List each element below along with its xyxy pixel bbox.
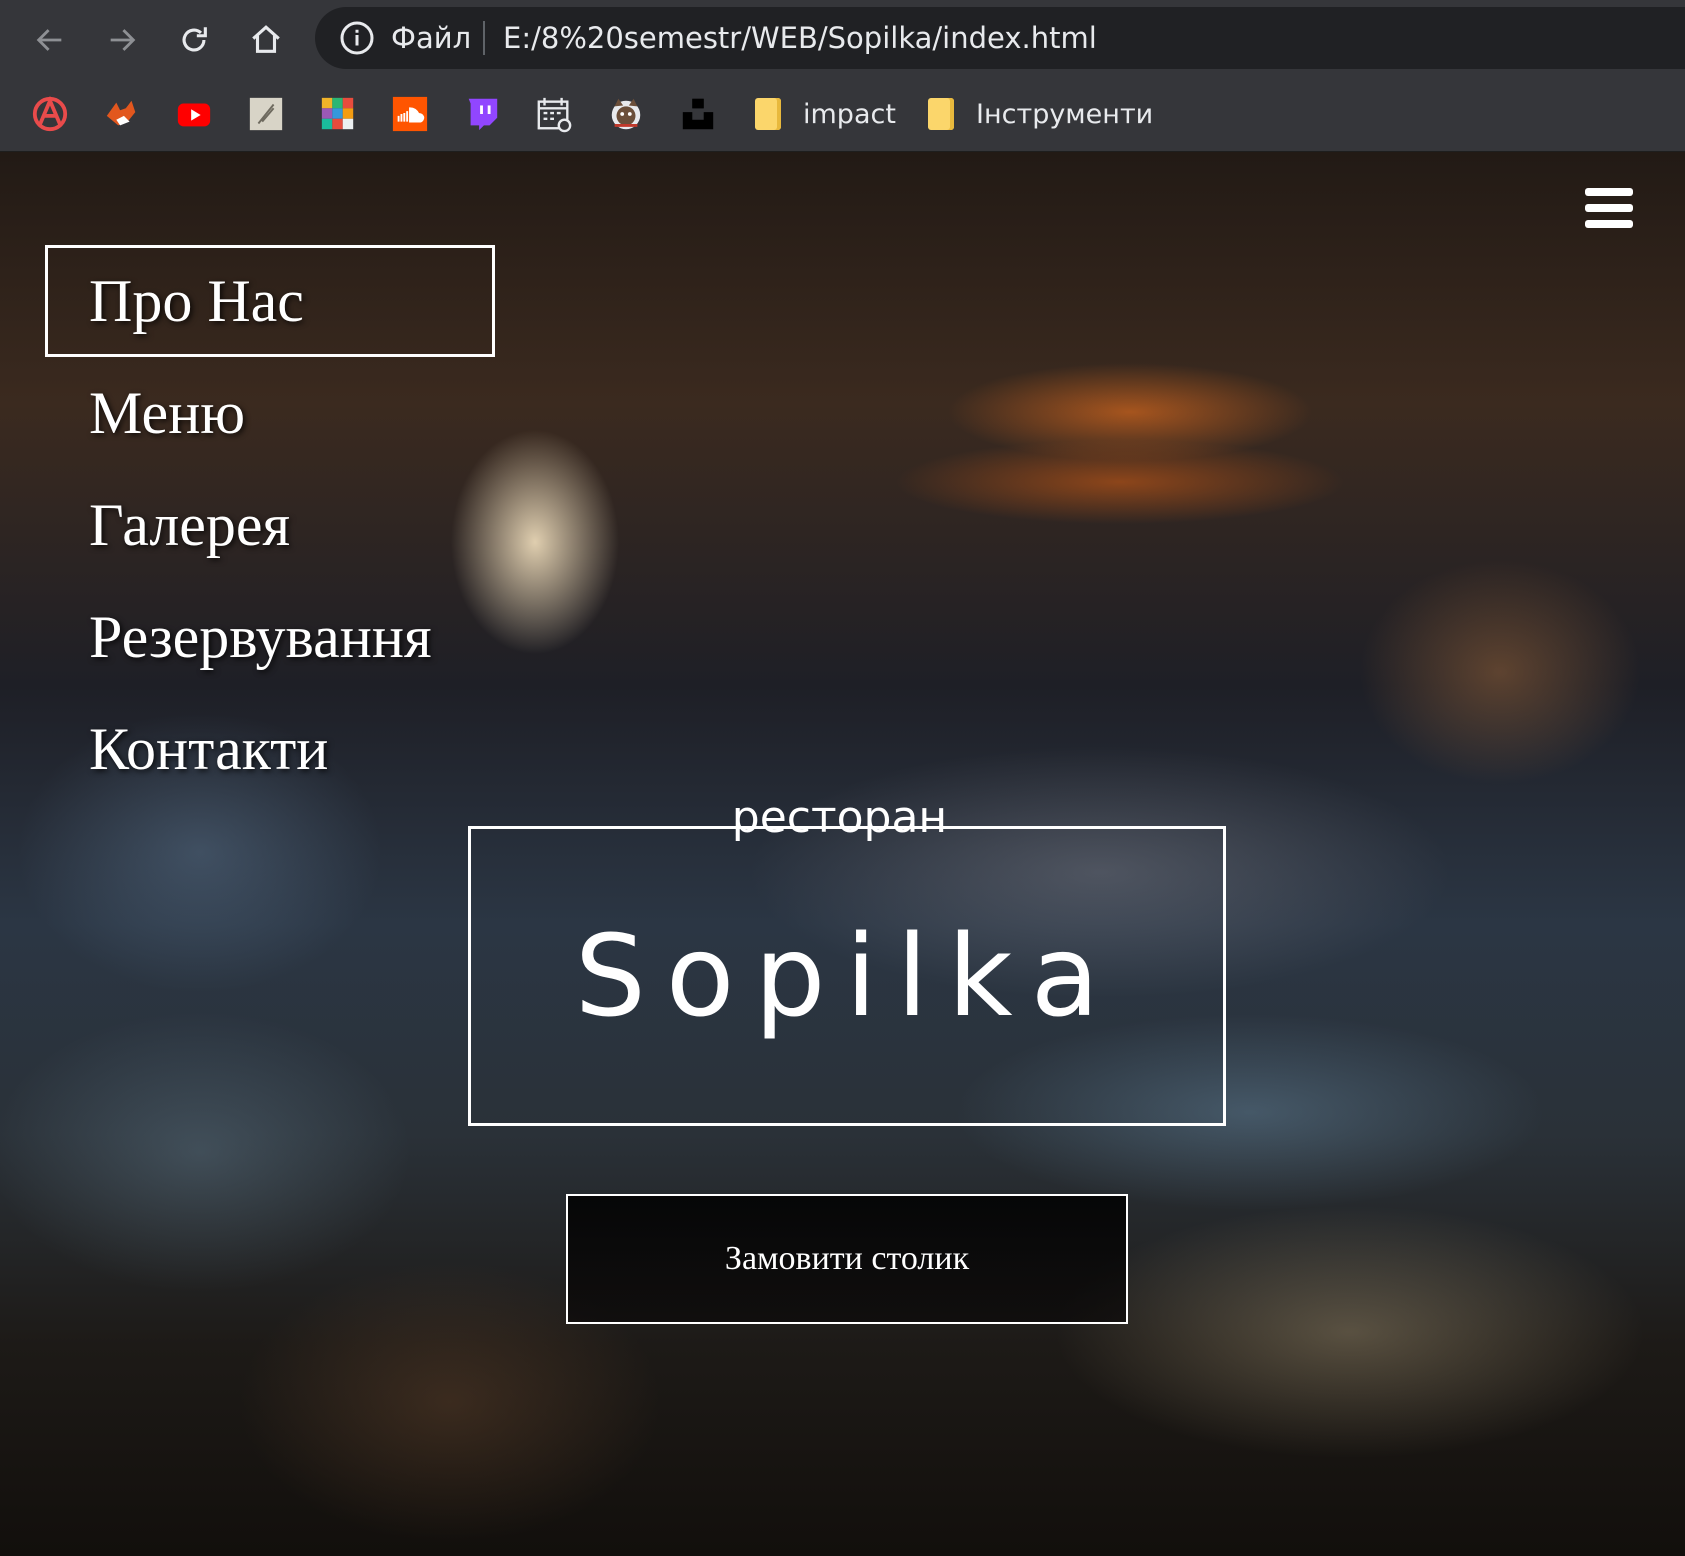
bookmark-folder-label: impact [803, 98, 896, 130]
hero-title: Sopilka [574, 912, 1120, 1042]
sketch-icon [249, 97, 283, 131]
bookmark-soundcloud[interactable] [390, 94, 430, 134]
bookmark-folder-tools[interactable]: Інструменти [928, 94, 1153, 134]
reload-icon [182, 27, 207, 52]
bookmark-unsplash[interactable] [678, 94, 718, 134]
back-button[interactable] [26, 16, 74, 64]
bookmark-fox[interactable] [102, 94, 142, 134]
scheme-label: Файл [391, 21, 472, 55]
nav-item-gallery[interactable]: Галерея [45, 469, 495, 581]
home-button[interactable] [242, 16, 290, 64]
youtube-icon [177, 103, 211, 127]
fox-icon [106, 100, 136, 126]
bookmark-folder-label: Інструменти [976, 98, 1154, 130]
bookmarks-bar: impact Інструменти [0, 80, 1685, 152]
reserve-table-button[interactable]: Замовити столик [566, 1194, 1128, 1324]
bookmark-mosaic[interactable] [318, 94, 358, 134]
calendar-icon [537, 97, 572, 133]
side-navigation: Про Нас Меню Галерея Резервування Контак… [45, 245, 495, 805]
hamburger-menu-icon[interactable] [1585, 188, 1633, 228]
folder-icon [755, 98, 781, 130]
bookmark-sketch[interactable] [246, 94, 286, 134]
bookmark-calendar[interactable] [534, 94, 574, 134]
bookmark-twitch[interactable] [462, 94, 502, 134]
url-text[interactable]: E:/8%20semestr/WEB/Sopilka/index.html [503, 21, 1097, 55]
nav-item-reservation[interactable]: Резервування [45, 581, 495, 693]
bookmark-folder-impact[interactable]: impact [755, 94, 896, 134]
arrow-left-icon [36, 29, 62, 51]
folder-icon [928, 98, 954, 130]
info-icon[interactable] [339, 20, 375, 56]
hamburger-bar [1585, 188, 1633, 196]
reload-button[interactable] [170, 16, 218, 64]
nav-item-contacts[interactable]: Контакти [45, 693, 495, 805]
hamburger-bar [1585, 204, 1633, 212]
hamburger-bar [1585, 220, 1633, 228]
forward-button[interactable] [98, 16, 146, 64]
soundcloud-icon [392, 96, 428, 132]
browser-chrome: Файл E:/8%20semestr/WEB/Sopilka/index.ht… [0, 0, 1685, 152]
home-icon [252, 25, 280, 53]
cat-icon [611, 98, 641, 130]
twitch-icon [468, 98, 498, 131]
address-bar[interactable]: Файл E:/8%20semestr/WEB/Sopilka/index.ht… [315, 7, 1685, 69]
arrow-right-icon [110, 29, 136, 51]
nav-item-about[interactable]: Про Нас [45, 245, 495, 357]
nav-item-menu[interactable]: Меню [45, 357, 495, 469]
anarchy-icon [32, 95, 68, 132]
bookmark-youtube[interactable] [174, 94, 214, 134]
unsplash-icon [682, 98, 714, 130]
omnibox-divider [483, 21, 485, 55]
bookmark-cat[interactable] [606, 94, 646, 134]
hero-kicker: ресторан [731, 792, 948, 843]
browser-toolbar: Файл E:/8%20semestr/WEB/Sopilka/index.ht… [0, 0, 1685, 80]
bookmark-anarchy[interactable] [30, 94, 70, 134]
page-hero: Про Нас Меню Галерея Резервування Контак… [0, 152, 1685, 1556]
mosaic-icon [321, 97, 354, 130]
